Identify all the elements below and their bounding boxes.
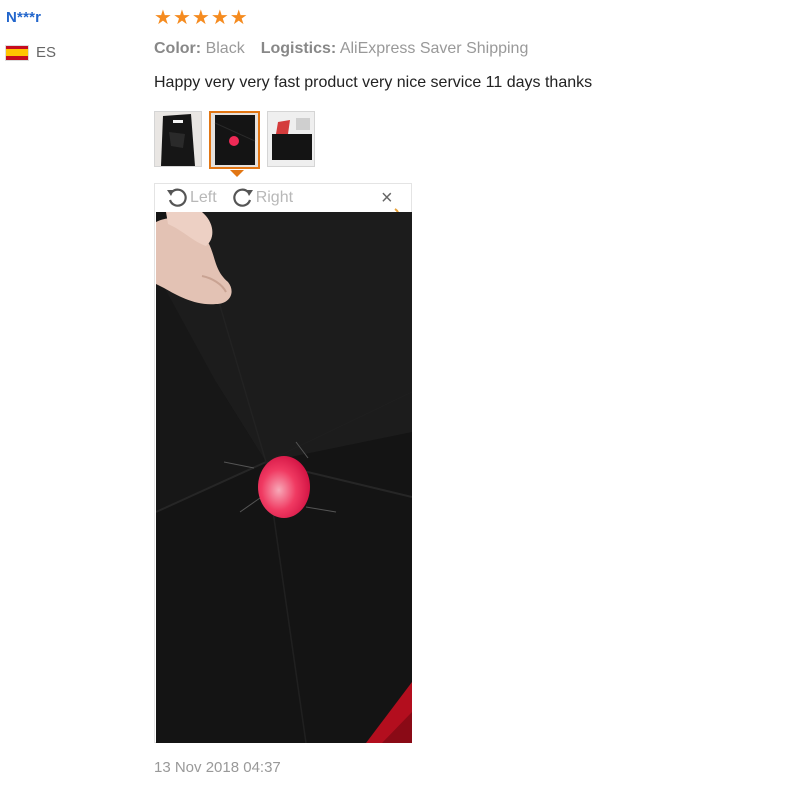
- review-photo: [156, 212, 412, 743]
- review-text: Happy very very fast product very nice s…: [154, 74, 593, 91]
- photo-thumbnail[interactable]: [154, 111, 202, 167]
- photo-thumbnails: [154, 111, 315, 169]
- attribute-label: Color:: [154, 40, 202, 57]
- rotate-right-button[interactable]: Right: [231, 186, 293, 210]
- rotate-left-icon: [165, 186, 189, 210]
- star-icon: ★: [191, 7, 210, 29]
- star-icon: ★: [229, 7, 248, 29]
- close-icon[interactable]: ×: [381, 187, 393, 209]
- reviewer-country: ES: [5, 44, 56, 61]
- selected-thumbnail-pointer: [230, 170, 244, 177]
- photo-thumbnail[interactable]: [267, 111, 315, 167]
- rotate-left-label: Left: [190, 189, 217, 206]
- rotate-right-icon: [231, 186, 255, 210]
- color-attribute: Color: Black: [154, 40, 245, 58]
- photo-thumbnail-selected[interactable]: [209, 111, 260, 169]
- review-card: N***r ES ★ ★ ★ ★ ★ Color: Black Logistic…: [0, 0, 800, 800]
- viewer-toolbar: Left Right: [165, 186, 293, 210]
- rotate-right-label: Right: [255, 189, 294, 206]
- rotate-left-button[interactable]: Left: [165, 186, 217, 210]
- attribute-value: AliExpress Saver Shipping: [339, 40, 529, 57]
- star-icon: ★: [172, 7, 191, 29]
- star-icon: ★: [154, 7, 172, 29]
- spain-flag-icon: [5, 44, 29, 61]
- order-attributes: Color: Black Logistics: AliExpress Saver…: [154, 40, 528, 58]
- attribute-value: Black: [205, 40, 245, 57]
- star-icon: ★: [210, 7, 229, 29]
- reviewer-name: N***r: [6, 9, 42, 26]
- logistics-attribute: Logistics: AliExpress Saver Shipping: [261, 40, 529, 58]
- photo-viewer: Left Right ×: [154, 183, 412, 743]
- attribute-label: Logistics:: [260, 40, 337, 57]
- star-rating: ★ ★ ★ ★ ★: [154, 7, 248, 29]
- review-date: 13 Nov 2018 04:37: [154, 759, 281, 776]
- country-code: ES: [36, 44, 57, 61]
